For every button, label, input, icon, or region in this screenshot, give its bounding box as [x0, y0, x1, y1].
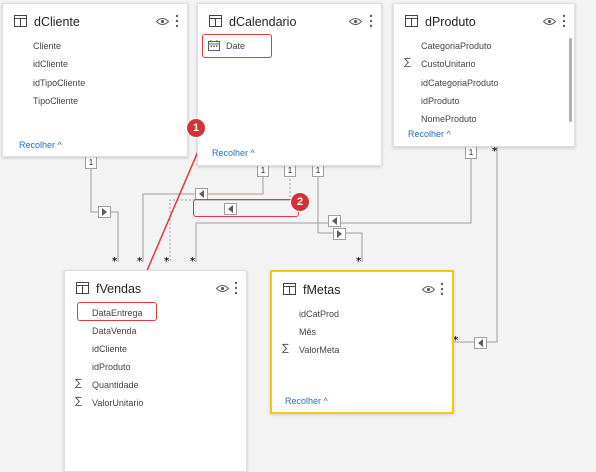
visibility-eye-icon[interactable]	[422, 285, 435, 294]
cardinality-many-dproduto: *	[492, 146, 498, 157]
collapse-link[interactable]: Recolher ^	[408, 129, 451, 139]
rel-dproduto-fmetas	[453, 147, 498, 343]
filter-direction-left-icon[interactable]	[474, 337, 487, 349]
annotation-badge-1: 1	[187, 119, 205, 137]
filter-direction-right-icon[interactable]	[98, 206, 111, 218]
table-icon	[14, 15, 27, 27]
table-card-fvendas[interactable]: fVendas DataEntrega DataVenda idCliente …	[64, 270, 247, 472]
more-options-icon[interactable]	[368, 13, 374, 29]
filter-direction-left-icon[interactable]	[328, 215, 341, 227]
table-header[interactable]: fVendas	[65, 271, 246, 305]
model-view-canvas[interactable]: 1 1 1 1 1 * * * * * * * dCliente Cliente…	[0, 0, 596, 472]
cardinality-one-dcliente: 1	[85, 156, 97, 169]
table-header[interactable]: fMetas	[272, 272, 452, 306]
filter-direction-right-icon[interactable]	[333, 228, 346, 240]
cardinality-many-fmetas-top: *	[356, 256, 362, 267]
field-datavenda[interactable]: DataVenda	[92, 326, 137, 336]
table-header[interactable]: dCliente	[3, 4, 187, 38]
visibility-eye-icon[interactable]	[543, 17, 556, 26]
collapse-link[interactable]: Recolher ^	[212, 148, 255, 158]
table-icon	[76, 282, 89, 294]
field-idtipocliente[interactable]: idTipoCliente	[33, 78, 85, 88]
cardinality-many-fvendas-b: *	[137, 256, 143, 267]
more-options-icon[interactable]	[174, 13, 180, 29]
more-options-icon[interactable]	[561, 13, 567, 29]
field-idcatprod[interactable]: idCatProd	[299, 309, 339, 319]
table-icon	[209, 15, 222, 27]
field-idcategoriaproduto[interactable]: idCategoriaProduto	[421, 78, 499, 88]
visibility-eye-icon[interactable]	[349, 17, 362, 26]
field-categoriaproduto[interactable]: CategoriaProduto	[421, 41, 492, 51]
field-valormeta[interactable]: ValorMeta	[299, 345, 339, 355]
cardinality-many-fvendas-c: *	[164, 256, 170, 267]
scrollbar[interactable]	[569, 38, 572, 122]
field-tipocliente[interactable]: TipoCliente	[33, 96, 78, 106]
table-icon	[405, 15, 418, 27]
more-options-icon[interactable]	[439, 281, 445, 297]
field-idcliente[interactable]: idCliente	[92, 344, 127, 354]
table-header[interactable]: dCalendario	[198, 4, 381, 38]
table-title: fMetas	[303, 283, 341, 297]
more-options-icon[interactable]	[233, 280, 239, 296]
field-idcliente[interactable]: idCliente	[33, 59, 68, 69]
cardinality-one-dproduto: 1	[465, 146, 477, 159]
field-nomeproduto[interactable]: NomeProduto	[421, 114, 477, 122]
table-title: dCliente	[34, 15, 80, 29]
table-header[interactable]: dProduto	[394, 4, 574, 38]
field-quantidade[interactable]: Quantidade	[92, 380, 139, 390]
annotation-badge-2: 2	[291, 193, 309, 211]
table-card-dcliente[interactable]: dCliente Cliente idCliente idTipoCliente…	[2, 3, 188, 157]
visibility-eye-icon[interactable]	[156, 17, 169, 26]
sigma-icon: ∑	[404, 57, 411, 68]
field-valorunitario[interactable]: ValorUnitario	[92, 398, 143, 408]
field-cliente[interactable]: Cliente	[33, 41, 61, 51]
table-title: fVendas	[96, 282, 142, 296]
table-card-dcalendario[interactable]: dCalendario Date Recolher ^	[197, 3, 382, 166]
collapse-link[interactable]: Recolher ^	[19, 140, 62, 150]
table-card-dproduto[interactable]: dProduto CategoriaProduto ∑ CustoUnitari…	[393, 3, 575, 147]
table-icon	[283, 283, 296, 295]
field-mes[interactable]: Mês	[299, 327, 316, 337]
sigma-icon: ∑	[282, 343, 289, 354]
collapse-link[interactable]: Recolher ^	[285, 396, 328, 406]
date-field-highlight	[202, 34, 272, 58]
table-title: dCalendario	[229, 15, 297, 29]
field-custounitario[interactable]: CustoUnitario	[421, 59, 476, 69]
sigma-icon: ∑	[75, 396, 82, 407]
table-card-fmetas[interactable]: fMetas idCatProd Mês ∑ ValorMeta Recolhe…	[270, 270, 454, 414]
cardinality-many-fvendas-d: *	[190, 256, 196, 267]
table-title: dProduto	[425, 15, 476, 29]
inactive-relationship-highlight	[193, 199, 299, 217]
dataentrega-field-highlight	[77, 302, 157, 321]
cardinality-many-fvendas-a: *	[112, 256, 118, 267]
visibility-eye-icon[interactable]	[216, 284, 229, 293]
field-idproduto[interactable]: idProduto	[421, 96, 460, 106]
sigma-icon: ∑	[75, 378, 82, 389]
field-idproduto[interactable]: idProduto	[92, 362, 131, 372]
